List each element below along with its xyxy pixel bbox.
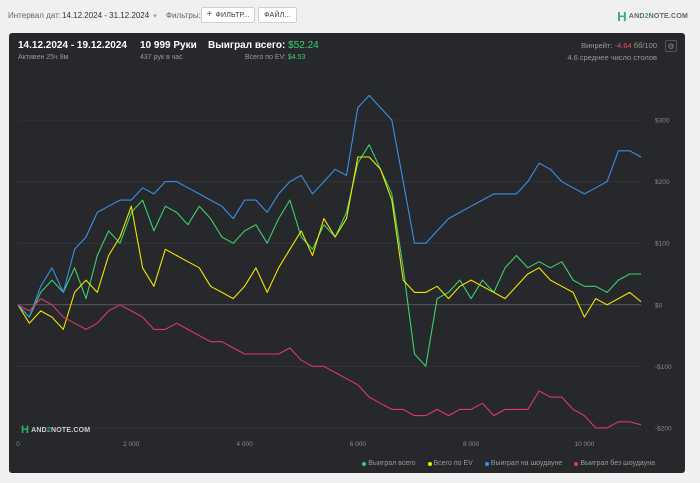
file-button[interactable]: ФАЙЛ... bbox=[258, 7, 297, 23]
active-time: Активен 25ч 9м bbox=[18, 54, 69, 61]
winnings-chart: $300 $200 $100 $0 -$100 -$200 0 2 000 4 000 6 000… bbox=[16, 94, 672, 448]
hands-rate: 437 рук в час bbox=[140, 54, 183, 61]
chevron-down-icon: ▾ bbox=[153, 12, 157, 20]
won-total: Выиграл всего: $52.24 bbox=[208, 40, 319, 51]
filters-label: Фильтры: bbox=[166, 11, 201, 20]
series-line bbox=[17, 94, 642, 318]
x-tick-label: 0 bbox=[16, 441, 20, 448]
file-button-label: ФАЙЛ... bbox=[264, 11, 291, 19]
brand-logo[interactable]: H AND2NOTE.COM bbox=[617, 9, 688, 24]
y-tick-label: -$100 bbox=[655, 364, 672, 371]
legend-swatch bbox=[362, 461, 367, 466]
top-toolbar: Интервал дат: 14.12.2024 - 31.12.2024 ▾ … bbox=[0, 0, 700, 31]
winrate-unit: бб/100 bbox=[633, 41, 657, 50]
y-tick-label: $0 bbox=[655, 302, 663, 309]
legend-label: Выиграл всего bbox=[368, 460, 416, 467]
period-title: 14.12.2024 - 19.12.2024 bbox=[18, 40, 127, 51]
winrate-label: Винрейт: bbox=[581, 41, 613, 50]
legend-item[interactable]: Выиграл на шоудауне bbox=[484, 460, 563, 467]
brand-name: AND2NOTE.COM bbox=[628, 13, 688, 20]
legend-label: Всего по EV bbox=[433, 460, 473, 467]
logo-mark: H bbox=[617, 9, 627, 24]
y-tick-label: -$200 bbox=[655, 425, 672, 432]
legend-swatch bbox=[427, 461, 432, 466]
legend-label: Выиграл на шоудауне bbox=[490, 460, 563, 467]
x-tick-label: 4 000 bbox=[236, 441, 253, 448]
ev-total: Всего по EV: $4.53 bbox=[245, 54, 305, 61]
won-total-value: $52.24 bbox=[288, 40, 319, 51]
x-tick-label: 10 000 bbox=[574, 441, 594, 448]
legend-item[interactable]: Выиграл всего bbox=[362, 460, 416, 467]
x-tick-label: 6 000 bbox=[350, 441, 367, 448]
winrate-line: Винрейт: -4.64 бб/100 bbox=[567, 40, 657, 52]
x-tick-label: 2 000 bbox=[123, 441, 140, 448]
graph-panel: $300 $200 $100 $0 -$100 -$200 0 2 000 4 000 6 000… bbox=[9, 33, 685, 473]
date-range-select[interactable]: 14.12.2024 - 31.12.2024 ▾ bbox=[62, 9, 157, 22]
avg-tables: 4.6 среднее число столов bbox=[567, 53, 657, 62]
hands-count: 10 999 Руки bbox=[140, 40, 197, 51]
legend-swatch bbox=[484, 461, 489, 466]
interval-label: Интервал дат: bbox=[8, 11, 61, 20]
date-range-value: 14.12.2024 - 31.12.2024 bbox=[62, 11, 150, 20]
series-line bbox=[17, 144, 641, 367]
y-tick-label: $300 bbox=[655, 118, 670, 125]
winrate-block: Винрейт: -4.64 бб/100 4.6 среднее число … bbox=[567, 40, 657, 64]
settings-gear-icon[interactable]: ⚙ bbox=[665, 40, 677, 52]
legend-swatch bbox=[574, 461, 579, 466]
chart-legend: Выиграл всего Всего по EV Выиграл на шоуда… bbox=[362, 460, 655, 467]
legend-item[interactable]: Выиграл без шоудауна bbox=[574, 460, 655, 467]
filter-button-label: ФИЛЬТР... bbox=[215, 11, 250, 19]
legend-label: Выиграл без шоудауна bbox=[580, 460, 655, 467]
ev-label: Всего по EV: bbox=[245, 54, 286, 61]
legend-item[interactable]: Всего по EV bbox=[427, 460, 473, 467]
winrate-value: -4.64 bbox=[614, 41, 632, 50]
filter-button[interactable]: + ФИЛЬТР... bbox=[201, 7, 255, 23]
ev-value: $4.53 bbox=[287, 54, 306, 61]
watermark-logo: H AND2NOTE.COM bbox=[21, 424, 91, 436]
plus-icon: + bbox=[206, 9, 213, 20]
y-tick-label: $100 bbox=[655, 241, 670, 248]
won-total-label: Выиграл всего: bbox=[208, 40, 286, 51]
series-line bbox=[17, 298, 642, 429]
y-tick-label: $200 bbox=[655, 179, 670, 186]
x-tick-label: 8 000 bbox=[463, 441, 480, 448]
